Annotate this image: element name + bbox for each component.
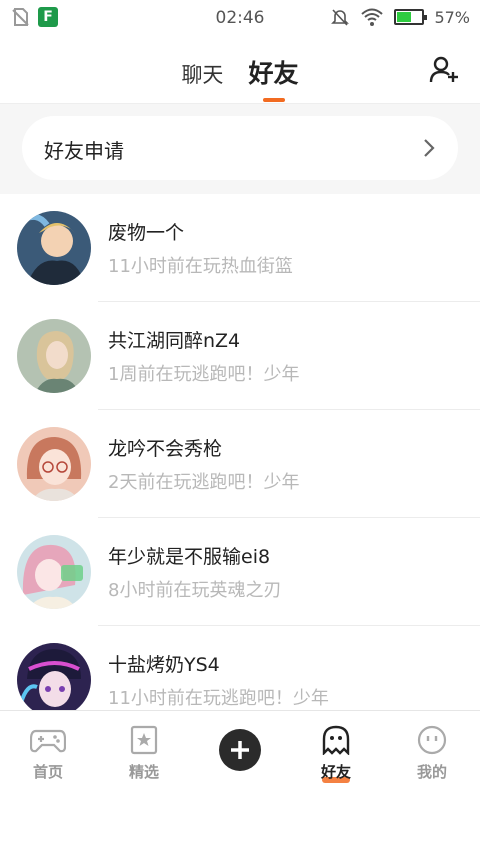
avatar	[17, 427, 91, 501]
nav-home-label: 首页	[32, 763, 63, 781]
nav-featured-label: 精选	[128, 763, 159, 781]
friend-list-item[interactable]: 十盐烤奶YS4 11小时前在玩逃跑吧！少年	[0, 626, 480, 710]
battery-icon	[394, 9, 428, 25]
nav-featured[interactable]: 精选	[96, 711, 192, 791]
friend-name: 十盐烤奶YS4	[108, 654, 220, 676]
friend-list: 废物一个 11小时前在玩热血街篮 共江湖同醉nZ4 1周前在玩逃跑吧！少年 龙吟…	[0, 194, 480, 710]
nav-friends-label: 好友	[320, 763, 351, 781]
friend-list-item[interactable]: 龙吟不会秀枪 2天前在玩逃跑吧！少年	[0, 410, 480, 518]
plus-icon	[231, 741, 249, 759]
nav-friends[interactable]: 好友	[288, 711, 384, 791]
add-user-icon[interactable]	[428, 54, 460, 86]
avatar	[17, 643, 91, 710]
status-right: 57%	[330, 7, 470, 27]
friend-list-item[interactable]: 共江湖同醉nZ4 1周前在玩逃跑吧！少年	[0, 302, 480, 410]
friend-name: 龙吟不会秀枪	[108, 438, 223, 460]
battery-percent: 57%	[434, 7, 470, 27]
friend-name: 废物一个	[108, 222, 185, 244]
friend-status: 11小时前在玩热血街篮	[108, 256, 293, 277]
bell-muted-icon	[331, 9, 350, 26]
friend-status: 8小时前在玩英魂之刃	[108, 580, 282, 601]
friend-status: 2天前在玩逃跑吧！少年	[108, 472, 300, 493]
header: 聊天 好友	[0, 36, 480, 104]
friend-list-item[interactable]: 年少就是不服输ei8 8小时前在玩英魂之刃	[0, 518, 480, 626]
tab-chat-label: 聊天	[181, 63, 224, 87]
friend-request-label: 好友申请	[44, 139, 124, 163]
app-root: F 02:46 57% 聊天 好友 好友申请 废物一个 11小时前在玩热血街篮 …	[0, 0, 480, 854]
nav-home[interactable]: 首页	[0, 711, 96, 791]
active-tab-indicator	[262, 98, 285, 102]
avatar	[17, 535, 91, 609]
nav-me[interactable]: 我的	[384, 711, 480, 791]
friend-request-section: 好友申请	[0, 104, 480, 194]
ghost-icon	[322, 725, 350, 755]
friend-name: 共江湖同醉nZ4	[108, 330, 241, 352]
friend-list-item[interactable]: 废物一个 11小时前在玩热血街篮	[0, 194, 480, 302]
tab-friends[interactable]: 好友	[248, 54, 299, 102]
tab-chat[interactable]: 聊天	[181, 59, 223, 89]
friend-request-button[interactable]: 好友申请	[22, 116, 458, 180]
header-tabs: 聊天 好友	[0, 54, 480, 102]
smiley-icon	[417, 725, 447, 755]
tab-friends-label: 好友	[248, 59, 299, 88]
avatar	[17, 211, 91, 285]
nav-create[interactable]	[192, 711, 288, 791]
wifi-icon	[361, 8, 384, 26]
friend-status: 11小时前在玩逃跑吧！少年	[108, 688, 329, 709]
friend-status: 1周前在玩逃跑吧！少年	[108, 364, 300, 385]
nav-me-label: 我的	[416, 763, 447, 781]
gamepad-icon	[30, 729, 66, 753]
star-bookmark-icon	[130, 725, 158, 755]
plus-button[interactable]	[219, 729, 261, 771]
status-bar: F 02:46 57%	[0, 0, 480, 36]
battery-fill	[397, 12, 412, 22]
avatar	[17, 319, 91, 393]
friend-name: 年少就是不服输ei8	[108, 546, 271, 568]
bottom-nav: 首页 精选 好友 我的	[0, 710, 480, 790]
chevron-right-icon	[424, 139, 435, 157]
